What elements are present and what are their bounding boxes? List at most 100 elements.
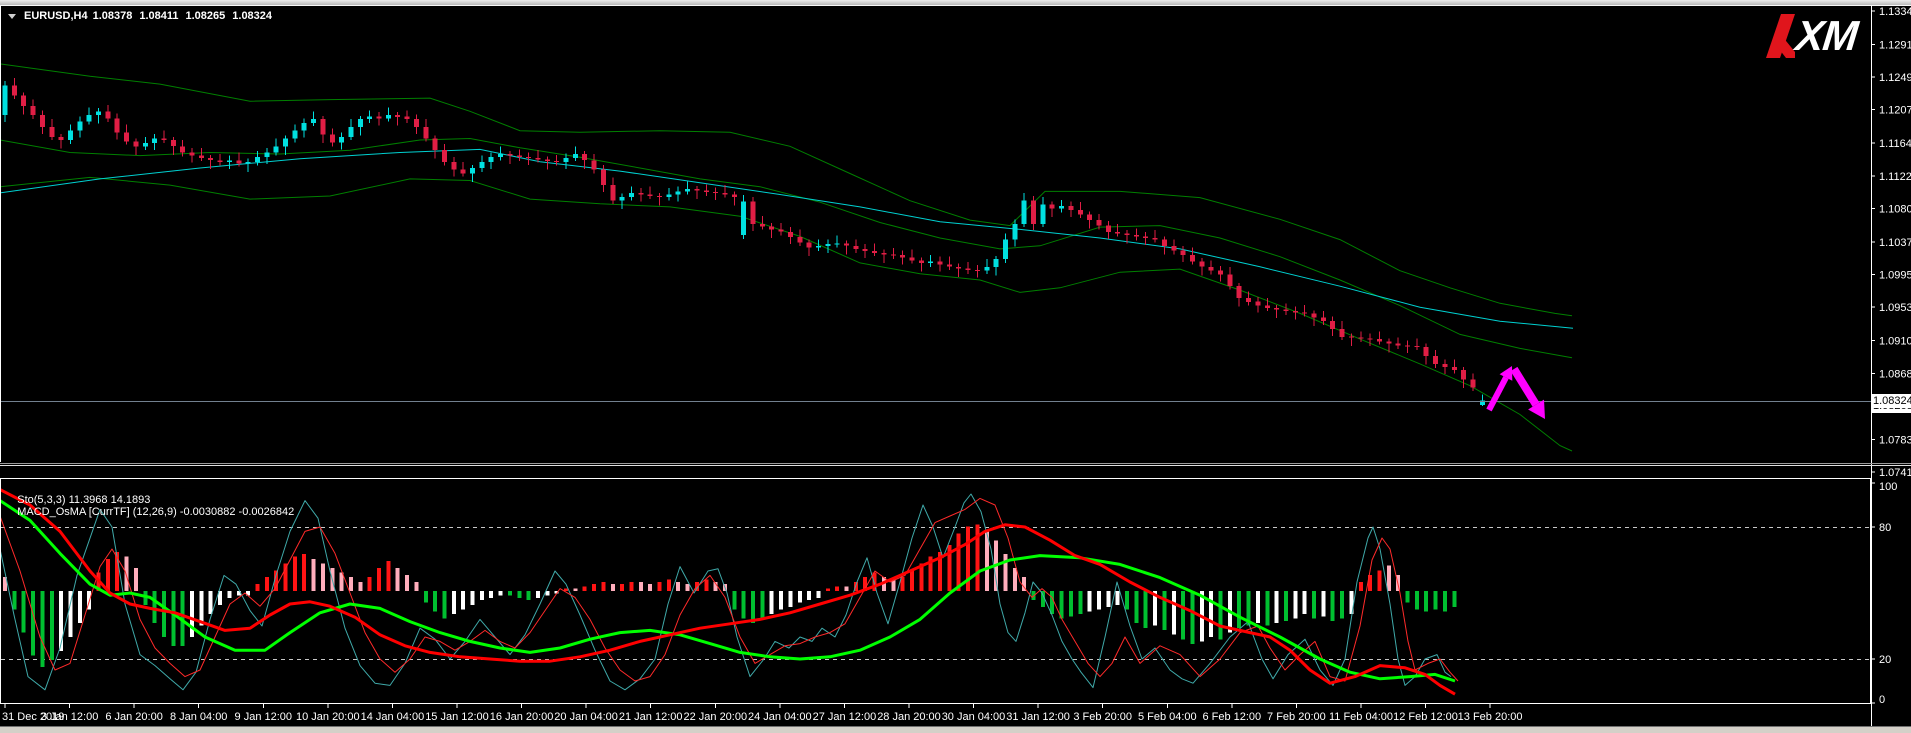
candle-body (180, 146, 185, 152)
candle-body (283, 139, 288, 147)
candle-body (1040, 205, 1045, 224)
candle-body (461, 170, 466, 174)
candle-body (1396, 344, 1401, 346)
osma-bar (508, 591, 512, 596)
osma-bar (1321, 591, 1325, 616)
candle-body (1218, 271, 1223, 275)
candle-body (638, 193, 643, 195)
time-axis[interactable]: 31 Dec 20193 Jan 12:006 Jan 20:008 Jan 0… (2, 703, 1523, 723)
candle-body (59, 137, 64, 140)
candle-body (367, 117, 372, 119)
candle-body (1012, 224, 1017, 240)
osma-bar (788, 591, 792, 607)
osma-bar (1097, 591, 1101, 609)
osma-bar (807, 591, 811, 600)
price-tick-label: 1.12910 (1879, 39, 1911, 51)
time-tick-label: 3 Feb 20:00 (1073, 711, 1132, 723)
candle-body (358, 119, 363, 127)
candle-body (31, 106, 36, 115)
indicator-tick-label: 0 (1879, 694, 1885, 706)
candle-body (1022, 201, 1027, 224)
candle-body (526, 157, 531, 158)
candle-body (311, 119, 316, 123)
osma-bar (489, 591, 493, 598)
time-tick-label: 12 Feb 12:00 (1393, 711, 1458, 723)
candle-body (554, 161, 559, 162)
osma-bar (957, 534, 961, 592)
candle-body (919, 261, 924, 263)
quote-high: 1.08411 (139, 10, 178, 22)
candle-body (395, 115, 400, 117)
osma-bar (667, 580, 671, 592)
candle-body (21, 96, 26, 106)
candle-body (863, 249, 868, 251)
candle-body (218, 160, 223, 162)
symbol-period-label: EURUSD,H4 (24, 10, 88, 22)
candle-body (779, 229, 784, 231)
candle-body (105, 111, 110, 118)
chart-header: EURUSD,H4 1.08378 1.08411 1.08265 1.0832… (8, 10, 272, 22)
osma-bar (349, 577, 353, 591)
osma-bar (377, 568, 381, 591)
bollinger-upper-line (0, 64, 1572, 316)
candle-body (302, 123, 307, 131)
osma-bar (471, 591, 475, 605)
candle-body (77, 121, 82, 130)
candle-body (732, 195, 737, 197)
osma-bar (1265, 591, 1269, 626)
osma-bar (686, 584, 690, 591)
candle-body (666, 195, 671, 197)
candle-body (414, 119, 419, 127)
candle-body (928, 261, 933, 263)
time-tick-label: 27 Jan 12:00 (813, 711, 877, 723)
candle-body (274, 146, 279, 152)
time-tick-label: 30 Jan 04:00 (942, 711, 1006, 723)
osma-bar (134, 568, 138, 591)
main-chart-area[interactable] (0, 64, 1871, 451)
candle-body (620, 197, 625, 201)
candle-body (956, 267, 961, 269)
candle-body (1031, 201, 1036, 224)
candle-body (1461, 370, 1466, 379)
osma-bar (1237, 591, 1241, 628)
candle-body (722, 193, 727, 195)
price-tick-label: 1.12490 (1879, 72, 1911, 84)
time-tick-label: 13 Feb 20:00 (1458, 711, 1523, 723)
macd-values-label: MACD_OsMA [CurrTF] (12,26,9) -0.0030882 … (17, 506, 294, 518)
candle-body (433, 139, 438, 151)
osma-bar (1088, 591, 1092, 612)
candle-body (115, 118, 120, 132)
candle-body (1068, 206, 1073, 210)
osma-bar (442, 591, 446, 619)
candle-body (947, 264, 952, 266)
time-tick-label: 3 Jan 12:00 (41, 711, 99, 723)
candle-body (442, 150, 447, 162)
candle-body (610, 185, 615, 201)
osma-bar (770, 591, 774, 614)
indicator-axis[interactable]: 10080200 (1871, 481, 1897, 706)
osma-bar (1331, 591, 1335, 621)
candle-body (133, 142, 138, 147)
candle-body (246, 162, 251, 164)
osma-bar (1106, 591, 1110, 607)
candle-body (489, 157, 494, 162)
time-tick-label: 7 Feb 20:00 (1267, 711, 1326, 723)
osma-bar (573, 589, 577, 591)
osma-bar (611, 584, 615, 591)
osma-bar (816, 591, 820, 598)
price-tick-label: 1.10800 (1879, 204, 1911, 216)
candle-body (1059, 206, 1064, 208)
candle-body (1003, 240, 1008, 259)
bollinger-lower-line (0, 177, 1572, 451)
osma-bar (1181, 591, 1185, 639)
osma-bar (760, 591, 764, 619)
price-tick-label: 1.07830 (1879, 434, 1911, 446)
candle-body (1246, 298, 1251, 302)
chart-canvas[interactable]: 1.133401.129101.124901.120701.116401.112… (0, 0, 1911, 733)
candle-body (629, 193, 634, 197)
osma-bar (312, 559, 316, 591)
osma-bar (620, 584, 624, 591)
quote-open: 1.08378 (93, 10, 133, 22)
stochastic-values-label: Sto(5,3,3) 11.3968 14.1893 (17, 494, 150, 506)
symbol-dropdown-icon[interactable] (8, 14, 16, 19)
